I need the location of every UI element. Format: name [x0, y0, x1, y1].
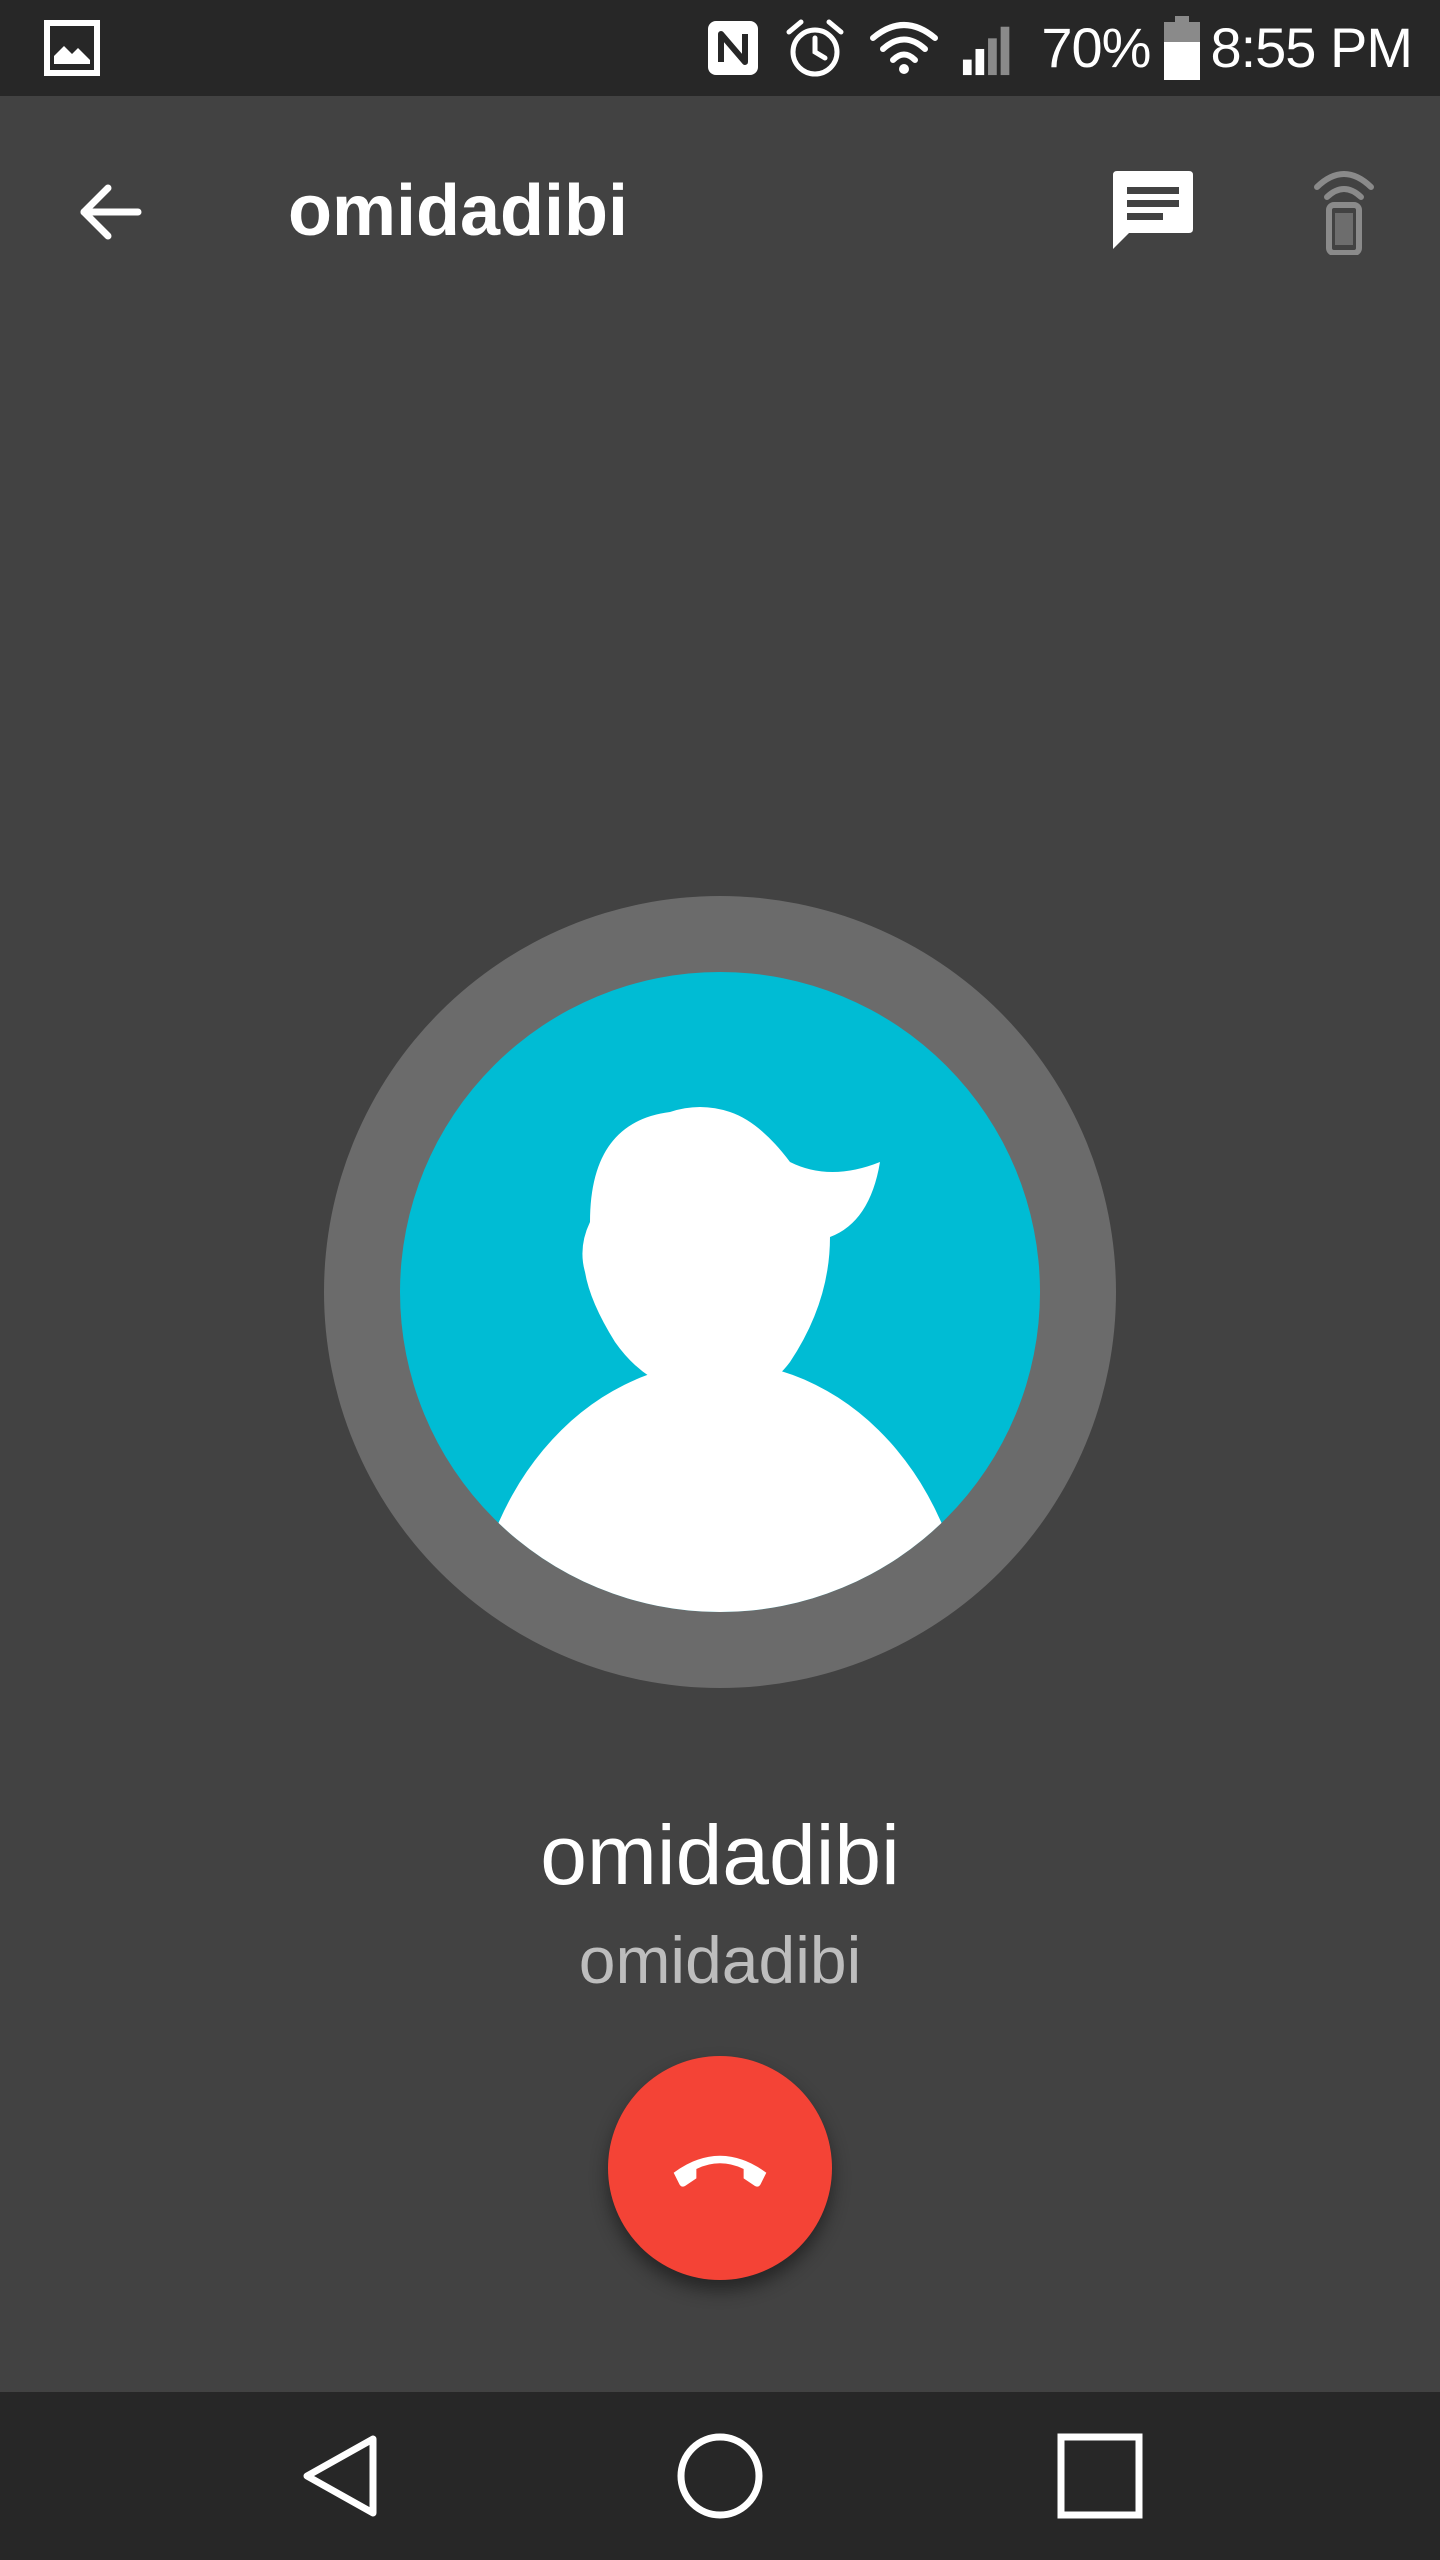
back-triangle-icon — [303, 2435, 377, 2517]
phone-remote-icon — [1314, 171, 1374, 255]
status-bar: 70% 8:55 PM — [0, 0, 1440, 96]
status-time: 8:55 PM — [1210, 16, 1413, 79]
caller-subtitle: omidadibi — [578, 1923, 862, 1997]
home-circle-icon — [677, 2433, 763, 2519]
end-call-button[interactable] — [608, 2056, 832, 2280]
nav-back-button[interactable] — [280, 2416, 400, 2536]
arrow-back-icon — [80, 184, 142, 240]
toolbar: omidadibi — [0, 96, 1440, 326]
call-screen: 70% 8:55 PM omidadibi omidadibi omidadib… — [0, 0, 1440, 2560]
person-avatar-icon — [473, 1107, 967, 1612]
battery-percent: 70% — [1041, 16, 1151, 79]
recents-square-icon — [1057, 2433, 1143, 2519]
caller-name: omidadibi — [540, 1808, 900, 1902]
status-icons: 70% 8:55 PM — [705, 0, 1413, 96]
page-title: omidadibi — [288, 171, 628, 251]
battery-icon — [1164, 16, 1201, 80]
call-end-icon — [673, 2155, 767, 2187]
back-button[interactable] — [60, 162, 160, 262]
navigation-bar — [0, 2392, 1440, 2560]
message-button[interactable] — [1100, 158, 1204, 262]
message-icon — [1113, 171, 1193, 249]
avatar — [400, 972, 1040, 1612]
signal-icon — [963, 26, 1010, 76]
phone-remote-button[interactable] — [1292, 158, 1396, 262]
alarm-icon — [786, 19, 844, 77]
nfc-icon — [708, 21, 759, 75]
gallery-icon — [44, 20, 100, 76]
nav-home-button[interactable] — [660, 2416, 780, 2536]
nav-recents-button[interactable] — [1040, 2416, 1160, 2536]
wifi-icon — [870, 22, 939, 74]
